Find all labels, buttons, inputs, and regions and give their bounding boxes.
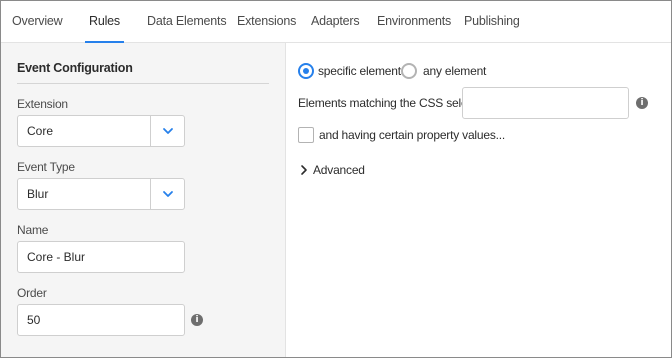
any-element-radio[interactable] xyxy=(401,63,417,79)
tab-bar: Overview Rules Data Elements Extensions … xyxy=(1,1,671,43)
info-icon[interactable]: i xyxy=(636,97,648,109)
tab-adapters[interactable]: Adapters xyxy=(311,1,360,43)
name-label: Name xyxy=(17,223,49,237)
css-selector-label: Elements matching the CSS selector xyxy=(298,96,487,110)
css-selector-input[interactable] xyxy=(462,87,629,119)
advanced-toggle[interactable]: Advanced xyxy=(313,163,365,177)
chevron-down-icon xyxy=(162,191,173,197)
order-input[interactable]: 50 xyxy=(17,304,185,336)
section-title: Event Configuration xyxy=(17,61,133,75)
order-label: Order xyxy=(17,286,47,300)
extension-select-value: Core xyxy=(27,124,54,138)
tab-rules[interactable]: Rules xyxy=(85,1,124,43)
extension-label: Extension xyxy=(17,97,68,111)
any-element-label: any element xyxy=(423,64,487,78)
event-configuration-panel: Event Configuration Extension Core Event… xyxy=(1,43,286,357)
info-icon[interactable]: i xyxy=(191,314,203,326)
property-values-label: and having certain property values... xyxy=(319,128,506,142)
event-type-select[interactable]: Blur xyxy=(17,178,185,210)
event-type-dropdown-button[interactable] xyxy=(150,179,184,209)
chevron-right-icon[interactable] xyxy=(299,164,309,176)
tab-extensions[interactable]: Extensions xyxy=(237,1,296,43)
event-type-label: Event Type xyxy=(17,160,75,174)
property-values-checkbox[interactable] xyxy=(298,127,314,143)
tab-environments[interactable]: Environments xyxy=(377,1,451,43)
specific-elements-label: specific elements xyxy=(318,64,407,78)
extension-dropdown-button[interactable] xyxy=(150,116,184,146)
chevron-down-icon xyxy=(162,128,173,134)
tab-overview[interactable]: Overview xyxy=(12,1,63,43)
section-divider xyxy=(17,83,269,84)
specific-elements-radio[interactable] xyxy=(298,63,314,79)
extension-select[interactable]: Core xyxy=(17,115,185,147)
name-input[interactable]: Core - Blur xyxy=(17,241,185,273)
event-details-panel: specific elements any element Elements m… xyxy=(287,43,671,357)
tab-publishing[interactable]: Publishing xyxy=(464,1,520,43)
tab-data-elements[interactable]: Data Elements xyxy=(147,1,227,43)
event-type-select-value: Blur xyxy=(27,187,49,201)
